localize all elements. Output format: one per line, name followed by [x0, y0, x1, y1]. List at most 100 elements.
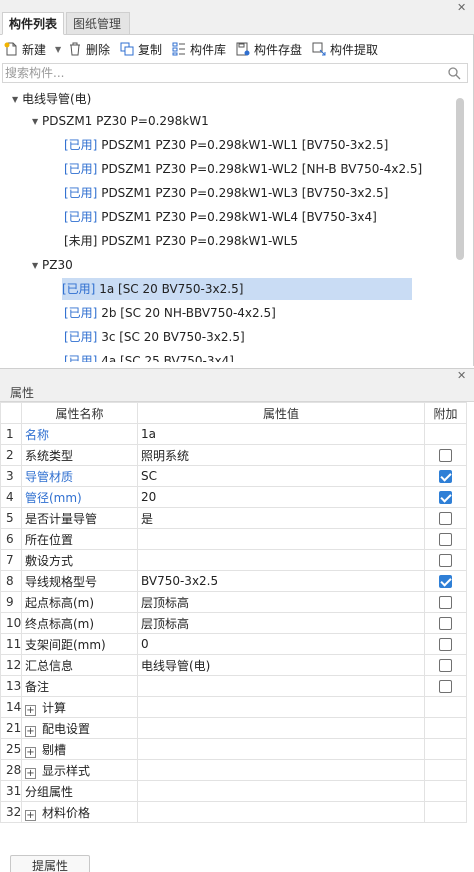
table-row[interactable]: 3 导管材质 SC	[0, 465, 467, 487]
component-library-button[interactable]: 构件库	[172, 40, 226, 60]
toolbar: 新建 ▼ 删除 复制 构件库 构件存盘 构件提取	[0, 38, 474, 62]
tree-item[interactable]: [已用] PDSZM1 PZ30 P=0.298kW1-WL4 [BV750-3…	[64, 206, 377, 228]
table-group-row[interactable]: 21 + 配电设置	[0, 717, 467, 739]
extra-checkbox[interactable]	[439, 659, 452, 672]
component-list-panel: 构件列表 图纸管理 ✕ 新建 ▼ 删除 复制 构件库 构件存盘 构件提取 ▼电线…	[0, 0, 474, 366]
expand-plus-icon[interactable]: +	[25, 767, 36, 779]
tree-item-label: 3c [SC 20 BV750-3x2.5]	[101, 330, 245, 344]
property-value[interactable]: 层顶标高	[137, 612, 425, 634]
extract-properties-button[interactable]: 提属性	[10, 855, 90, 872]
tree-item[interactable]: [已用] PDSZM1 PZ30 P=0.298kW1-WL1 [BV750-3…	[64, 134, 388, 156]
property-group[interactable]: + 计算	[21, 696, 138, 718]
extra-checkbox[interactable]	[439, 533, 452, 546]
table-row[interactable]: 7 敷设方式	[0, 549, 467, 571]
expand-plus-icon[interactable]: +	[25, 704, 36, 716]
properties-panel: ✕ 属性 属性名称 属性值 附加 1 名称 1a 2 系统类型 照明系统 3 导管材质 SC 4 管…	[0, 368, 474, 872]
extra-checkbox[interactable]	[439, 449, 452, 462]
table-row[interactable]: 9 起点标高(m) 层顶标高	[0, 591, 467, 613]
extra-checkbox[interactable]	[439, 617, 452, 630]
table-row[interactable]: 8 导线规格型号 BV750-3x2.5	[0, 570, 467, 592]
extra-checkbox[interactable]	[439, 554, 452, 567]
expand-triangle-icon[interactable]: ▼	[12, 89, 22, 111]
delete-button[interactable]: 删除	[68, 40, 110, 60]
component-save-button[interactable]: 构件存盘	[236, 40, 302, 60]
table-group-row[interactable]: 31 分组属性	[0, 780, 467, 802]
table-row[interactable]: 6 所在位置	[0, 528, 467, 550]
property-group[interactable]: + 材料价格	[21, 801, 138, 823]
panel-close-icon[interactable]: ✕	[457, 2, 466, 13]
tab-component-list[interactable]: 构件列表	[2, 12, 64, 35]
tree-item[interactable]: [已用] 2b [SC 20 NH-BBV750-4x2.5]	[64, 302, 276, 324]
expand-plus-icon[interactable]: +	[25, 746, 36, 758]
property-group[interactable]: + 剔槽	[21, 738, 138, 760]
property-value[interactable]: 电线导管(电)	[137, 654, 425, 676]
tree-group-pz30[interactable]: ▼ PZ30	[32, 254, 73, 276]
property-value[interactable]	[137, 675, 425, 697]
row-index: 25	[0, 738, 22, 760]
tree-item[interactable]: [已用] 3c [SC 20 BV750-3x2.5]	[64, 326, 245, 348]
tree-item-label: PDSZM1 PZ30 P=0.298kW1-WL2 [NH-B BV750-4…	[101, 162, 423, 176]
tree-scrollbar[interactable]	[456, 98, 464, 260]
row-index: 7	[0, 549, 22, 571]
extra-checkbox[interactable]	[439, 638, 452, 651]
property-value[interactable]: 是	[137, 507, 425, 529]
property-value[interactable]: 1a	[137, 423, 425, 445]
extra-checkbox[interactable]	[439, 470, 452, 483]
table-group-row[interactable]: 25 + 剔槽	[0, 738, 467, 760]
header-extra: 附加	[424, 402, 467, 424]
row-index: 4	[0, 486, 22, 508]
property-group[interactable]: + 配电设置	[21, 717, 138, 739]
table-row[interactable]: 5 是否计量导管是	[0, 507, 467, 529]
table-row[interactable]: 10 终点标高(m) 层顶标高	[0, 612, 467, 634]
table-group-row[interactable]: 28 + 显示样式	[0, 759, 467, 781]
search-icon[interactable]	[447, 66, 461, 80]
expand-triangle-icon[interactable]: ▼	[32, 111, 42, 133]
table-row[interactable]: 12 汇总信息 电线导管(电)	[0, 654, 467, 676]
properties-close-icon[interactable]: ✕	[457, 370, 466, 381]
tree-group-label: PDSZM1 PZ30 P=0.298kW1	[42, 114, 209, 128]
component-extract-button[interactable]: 构件提取	[312, 40, 378, 60]
extra-checkbox[interactable]	[439, 512, 452, 525]
expand-plus-icon[interactable]: +	[25, 809, 36, 821]
table-row[interactable]: 4 管径(mm) 20	[0, 486, 467, 508]
tree-item[interactable]: [已用] PDSZM1 PZ30 P=0.298kW1-WL2 [NH-B BV…	[64, 158, 422, 180]
tree-group-pdszm1[interactable]: ▼ PDSZM1 PZ30 P=0.298kW1	[32, 110, 209, 132]
extra-checkbox[interactable]	[439, 596, 452, 609]
tree-item[interactable]: [已用] 4a [SC 25 BV750-3x4]	[64, 350, 234, 362]
table-group-row[interactable]: 14 + 计算	[0, 696, 467, 718]
table-row[interactable]: 2 系统类型 照明系统	[0, 444, 467, 466]
table-row[interactable]: 13 备注	[0, 675, 467, 697]
property-value[interactable]: SC	[137, 465, 425, 487]
tree-item-selected[interactable]: [已用] 1a [SC 20 BV750-3x2.5]	[62, 278, 412, 300]
expand-triangle-icon[interactable]: ▼	[32, 255, 42, 277]
new-file-icon	[4, 42, 17, 56]
property-value[interactable]: 0	[137, 633, 425, 655]
new-button[interactable]: 新建	[4, 40, 46, 60]
table-group-row[interactable]: 32 + 材料价格	[0, 801, 467, 823]
property-value[interactable]	[137, 549, 425, 571]
extra-checkbox[interactable]	[439, 680, 452, 693]
property-value[interactable]	[137, 528, 425, 550]
property-value[interactable]: 照明系统	[137, 444, 425, 466]
table-row[interactable]: 11 支架间距(mm) 0	[0, 633, 467, 655]
tab-drawing-management[interactable]: 图纸管理	[66, 12, 130, 35]
table-row[interactable]: 1 名称 1a	[0, 423, 467, 445]
tree-item[interactable]: [未用] PDSZM1 PZ30 P=0.298kW1-WL5	[64, 230, 298, 252]
row-index: 32	[0, 801, 22, 823]
tree-root[interactable]: ▼ 电线导管(电)	[12, 88, 91, 110]
property-value[interactable]: 20	[137, 486, 425, 508]
new-dropdown-icon[interactable]: ▼	[55, 40, 61, 60]
extra-checkbox[interactable]	[439, 575, 452, 588]
property-group[interactable]: 分组属性	[21, 780, 138, 802]
copy-button[interactable]: 复制	[120, 40, 162, 60]
tree-item[interactable]: [已用] PDSZM1 PZ30 P=0.298kW1-WL3 [BV750-3…	[64, 182, 388, 204]
property-value[interactable]: BV750-3x2.5	[137, 570, 425, 592]
property-value[interactable]: 层顶标高	[137, 591, 425, 613]
extra-checkbox[interactable]	[439, 491, 452, 504]
library-label: 构件库	[190, 43, 227, 57]
property-group[interactable]: + 显示样式	[21, 759, 138, 781]
search-input[interactable]	[3, 64, 443, 82]
tree-item-label: PDSZM1 PZ30 P=0.298kW1-WL3 [BV750-3x2.5]	[101, 186, 389, 200]
property-value	[137, 696, 425, 718]
expand-plus-icon[interactable]: +	[25, 725, 36, 737]
